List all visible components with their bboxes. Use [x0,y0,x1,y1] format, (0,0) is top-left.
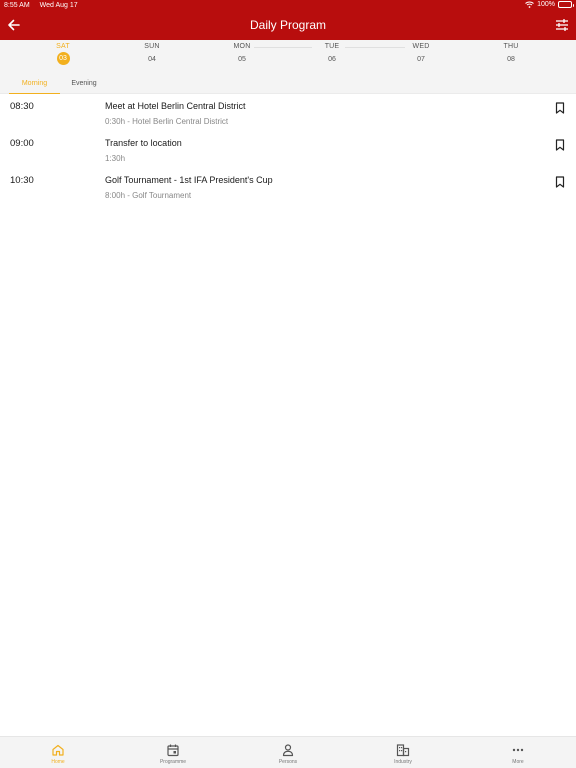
event-title: Meet at Hotel Berlin Central District [105,101,246,111]
tab-programme[interactable]: Programme [133,737,213,768]
day-thu[interactable]: THU 08 [481,42,541,66]
tab-morning[interactable]: Morning [9,72,60,94]
app-header: 8:55 AM Wed Aug 17 100% Daily Program [0,0,576,40]
bottom-tab-bar: Home Programme Persons Industry More [0,736,576,768]
event-time: 09:00 [10,138,34,149]
tab-industry-label: Industry [394,759,412,765]
event-time: 08:30 [10,101,34,112]
status-date: Wed Aug 17 [39,2,78,9]
event-subtitle: 0:30h - Hotel Berlin Central District [105,117,229,126]
tab-evening[interactable]: Evening [62,72,106,94]
more-icon [512,748,524,752]
home-icon [52,744,64,756]
tab-industry[interactable]: Industry [363,737,443,768]
status-time: 8:55 AM [4,2,30,9]
person-icon [282,744,294,757]
battery-percent: 100% [537,1,555,8]
tab-more-label: More [512,759,524,765]
battery-icon [558,1,574,8]
day-sat[interactable]: SAT 03 [33,42,93,65]
day-mon[interactable]: MON 05 [212,42,272,66]
tab-more[interactable]: More [478,737,558,768]
filter-sliders-icon[interactable] [554,16,570,34]
tab-persons[interactable]: Persons [248,737,328,768]
time-of-day-tabs: Morning Evening [0,72,576,94]
event-time: 10:30 [10,175,34,186]
building-icon [396,744,410,757]
tab-persons-label: Persons [278,759,298,765]
status-bar: 8:55 AM Wed Aug 17 100% [0,0,576,11]
tab-programme-label: Programme [159,759,187,765]
event-title: Transfer to location [105,138,182,148]
bookmark-icon[interactable] [555,102,565,114]
day-tue[interactable]: TUE 06 [302,42,362,66]
tab-home[interactable]: Home [18,737,98,768]
wifi-icon [525,1,534,8]
bookmark-icon[interactable] [555,139,565,151]
day-selector: SAT 03 SUN 04 MON 05 TUE 06 WED 07 THU 0… [0,40,576,72]
calendar-icon [167,744,179,757]
tab-home-label: Home [51,759,65,765]
list-item[interactable]: 08:30 Meet at Hotel Berlin Central Distr… [0,98,576,132]
bookmark-icon[interactable] [555,176,565,188]
day-wed[interactable]: WED 07 [391,42,451,66]
list-item[interactable]: 09:00 Transfer to location 1:30h [0,135,576,169]
nav-bar: Daily Program [0,12,576,40]
page-title: Daily Program [249,18,327,32]
day-sun[interactable]: SUN 04 [122,42,182,66]
list-item[interactable]: 10:30 Golf Tournament - 1st IFA Presiden… [0,172,576,206]
event-title: Golf Tournament - 1st IFA President's Cu… [105,175,273,185]
event-subtitle: 1:30h [105,154,126,163]
event-subtitle: 8:00h - Golf Tournament [105,191,192,200]
